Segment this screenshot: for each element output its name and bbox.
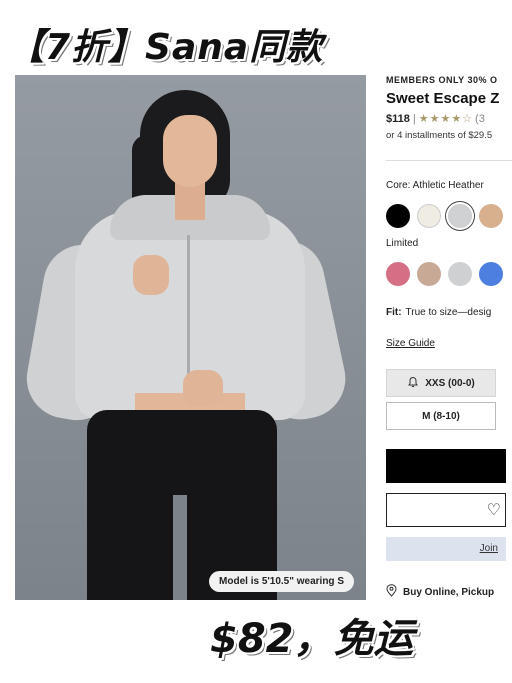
size-guide-link[interactable]: Size Guide — [386, 338, 435, 349]
color-swatch-tan[interactable] — [479, 204, 503, 228]
model-hand-left — [133, 255, 169, 295]
promo-banner-title: 【7折】Sana同款 — [8, 27, 324, 68]
color-swatch-pink[interactable] — [386, 262, 410, 286]
location-pin-icon — [386, 584, 397, 600]
add-to-bag-button[interactable] — [386, 449, 506, 483]
color-swatch-light-gray[interactable] — [448, 262, 472, 286]
limited-color-swatches — [386, 262, 503, 286]
buy-online-pickup[interactable]: Buy Online, Pickup — [386, 584, 494, 600]
heart-icon: ♡ — [486, 502, 501, 519]
installments-text: or 4 installments of $29.5 — [386, 130, 493, 141]
join-banner[interactable]: Join — [386, 537, 506, 561]
size-option-m[interactable]: M (8-10) — [386, 402, 496, 430]
fit-label: Fit: — [386, 307, 402, 318]
members-promo-text: MEMBERS ONLY 30% O — [386, 75, 498, 85]
fit-info: Fit: True to size—desig — [386, 307, 491, 318]
join-link[interactable]: Join — [480, 543, 498, 554]
core-color-label: Core: Athletic Heather — [386, 180, 484, 191]
product-image[interactable]: Model is 5'10.5" wearing S — [15, 75, 366, 600]
model-size-badge: Model is 5'10.5" wearing S — [209, 571, 354, 592]
hoodie-zipper — [187, 235, 190, 385]
review-count[interactable]: (3 — [475, 113, 485, 125]
product-info-panel: MEMBERS ONLY 30% O Sweet Escape Z $118 | ★… — [386, 72, 512, 612]
product-price: $118 — [386, 113, 410, 125]
fit-text: True to size—desig — [405, 307, 492, 318]
color-swatch-athletic-heather[interactable] — [448, 204, 472, 228]
model-face — [163, 115, 217, 187]
bell-icon — [407, 376, 419, 391]
size-option-label: M (8-10) — [422, 410, 460, 422]
size-option-label: XXS (00-0) — [425, 377, 475, 389]
buy-online-text: Buy Online, Pickup — [403, 586, 495, 598]
color-swatch-blue[interactable] — [479, 262, 503, 286]
divider — [386, 160, 512, 161]
model-hand-right — [183, 370, 223, 406]
color-swatch-black[interactable] — [386, 204, 410, 228]
size-option-xxs[interactable]: XXS (00-0) — [386, 369, 496, 397]
price-rating-line: $118 | ★★★★☆ (3 — [386, 112, 485, 125]
limited-color-label: Limited — [386, 238, 419, 249]
core-color-swatches — [386, 204, 503, 228]
price-separator: | — [412, 113, 416, 125]
leggings-gap — [173, 495, 187, 600]
product-name: Sweet Escape Z — [386, 90, 500, 107]
color-swatch-taupe[interactable] — [417, 262, 441, 286]
wishlist-button[interactable]: ♡ — [386, 493, 506, 527]
sale-price-overlay: $82，免运 — [210, 616, 414, 662]
rating-stars-icon[interactable]: ★★★★☆ — [419, 113, 473, 125]
color-swatch-ivory[interactable] — [417, 204, 441, 228]
